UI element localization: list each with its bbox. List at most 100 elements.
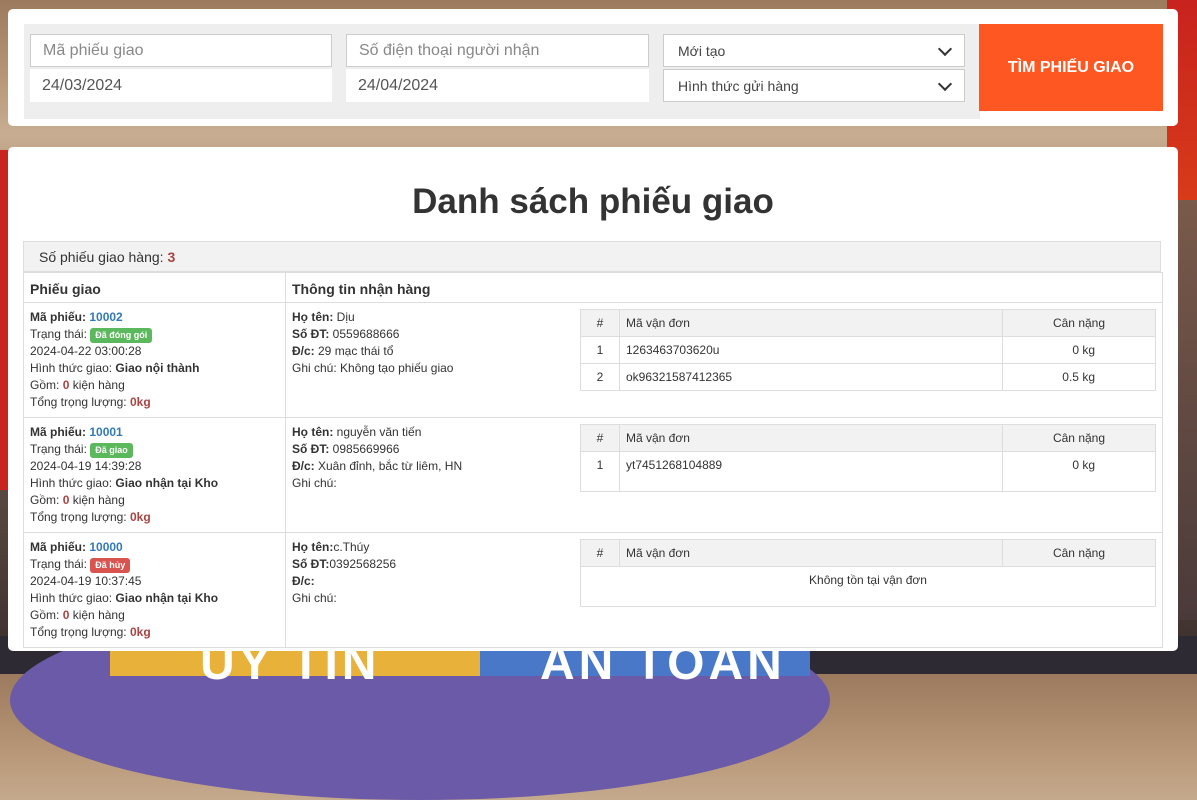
method-select-value: Hình thức gửi hàng [678,77,799,94]
status-select[interactable]: Mới tạo [663,34,965,67]
receiver-phone: 0985669966 [329,442,400,456]
phone-field[interactable] [346,34,649,67]
receiver-cell: Họ tên:c.Thúy Số ĐT:0392568256 Đ/c: Ghi … [285,532,1163,648]
weight-value: 0kg [129,625,151,639]
order-code-link[interactable]: 10002 [89,310,122,324]
order-cell: Mã phiếu: 10002 Trạng thái: Đã đóng gói … [23,302,286,418]
items-count: 0 [62,608,70,622]
order-code-input[interactable] [31,35,331,66]
items-label: Gồm: [30,378,60,392]
waybill-header-index: # [580,539,620,567]
weight-value: 0kg [129,510,151,524]
method-value: Giao nhận tại Kho [115,591,219,605]
method-label: Hình thức giao: [30,361,113,375]
items-count: 0 [62,378,70,392]
receiver-phone: 0392568256 [329,557,397,571]
date-from-field[interactable] [30,69,332,102]
receiver-name: Dịu [333,310,355,324]
column-header-order: Phiếu giao [23,272,286,303]
order-datetime: 2024-04-19 10:37:45 [30,574,142,588]
waybill-table: # Mã vận đơn Cân nặng 1 1263463703620u 0… [580,309,1156,391]
status-badge: Đã giao [90,443,133,458]
method-label: Hình thức giao: [30,591,113,605]
waybill-weight: 0 kg [1002,336,1156,364]
count-bar: Số phiếu giao hàng: 3 [23,241,1161,272]
receiver-name: c.Thúy [333,540,370,554]
method-value: Giao nội thành [115,361,200,375]
status-label: Trạng thái: [30,327,87,341]
note-label: Ghi chú: [292,476,337,490]
receiver-info: Họ tên: nguyễn văn tiến Số ĐT: 098566996… [292,424,580,492]
waybill-code: ok96321587412365 [619,363,1003,391]
order-code-link[interactable]: 10000 [89,540,122,554]
chevron-down-icon [937,76,953,91]
name-label: Họ tên: [292,540,334,554]
column-header-receiver: Thông tin nhận hàng [285,272,1163,303]
waybill-table: # Mã vận đơn Cân nặng 1 yt7451268104889 … [580,424,1156,492]
order-cell: Mã phiếu: 10001 Trạng thái: Đã giao 2024… [23,417,286,533]
receiver-address: 29 mạc thái tổ [314,344,394,358]
order-code-field[interactable] [30,34,332,67]
waybill-code: yt7451268104889 [619,451,1003,492]
waybill-row: Không tồn tại vận đơn [580,566,1156,607]
order-code-link[interactable]: 10001 [89,425,122,439]
weight-label: Tổng trọng lượng: [30,395,127,409]
search-button[interactable]: TÌM PHIẾU GIAO [979,24,1163,111]
waybill-table: # Mã vận đơn Cân nặng Không tồn tại vận … [580,539,1156,607]
status-select-value: Mới tạo [678,42,726,59]
code-label: Mã phiếu: [30,540,86,554]
receiver-address: Xuân đỉnh, bắc từ liêm, HN [314,459,463,473]
phone-label: Số ĐT: [292,557,330,571]
waybill-index: 1 [580,451,620,492]
phone-label: Số ĐT: [292,442,330,456]
phone-input[interactable] [347,35,648,66]
items-label: Gồm: [30,608,60,622]
address-label: Đ/c: [292,459,315,473]
code-label: Mã phiếu: [30,310,86,324]
order-datetime: 2024-04-19 14:39:28 [30,459,142,473]
receiver-info: Họ tên:c.Thúy Số ĐT:0392568256 Đ/c: Ghi … [292,539,580,607]
delivery-list-card: Danh sách phiếu giao Số phiếu giao hàng:… [8,147,1178,651]
receiver-info: Họ tên: Dịu Số ĐT: 0559688666 Đ/c: 29 mạ… [292,309,580,391]
order-datetime: 2024-04-22 03:00:28 [30,344,142,358]
page-title: Danh sách phiếu giao [412,182,774,221]
weight-label: Tổng trọng lượng: [30,625,127,639]
waybill-header-index: # [580,309,620,337]
table-row: Mã phiếu: 10001 Trạng thái: Đã giao 2024… [23,417,1163,533]
table-row: Mã phiếu: 10000 Trạng thái: Đã hủy 2024-… [23,532,1163,648]
waybill-header-code: Mã vận đơn [619,309,1003,337]
waybill-code: 1263463703620u [619,336,1003,364]
code-label: Mã phiếu: [30,425,86,439]
waybill-weight: 0.5 kg [1002,363,1156,391]
waybill-weight: 0 kg [1002,451,1156,492]
waybill-row: 1 yt7451268104889 0 kg [580,451,1156,492]
date-to-field[interactable] [346,69,649,102]
weight-label: Tổng trọng lượng: [30,510,127,524]
date-to-input[interactable] [346,69,649,102]
orders-table: Phiếu giao Thông tin nhận hàng Mã phiếu:… [23,272,1163,648]
date-from-input[interactable] [30,69,332,102]
waybill-header-weight: Cân nặng [1002,309,1156,337]
count-value: 3 [167,249,176,265]
note-label: Ghi chú: [292,591,337,605]
address-label: Đ/c: [292,574,315,588]
search-panel: Mới tạo Hình thức gửi hàng TÌM PHIẾU GIA… [8,9,1178,126]
receiver-note: Không tạo phiếu giao [336,361,454,375]
method-value: Giao nhận tại Kho [115,476,219,490]
chevron-down-icon [937,41,953,56]
table-row: Mã phiếu: 10002 Trạng thái: Đã đóng gói … [23,302,1163,418]
count-label: Số phiếu giao hàng: [39,249,164,265]
note-label: Ghi chú: [292,361,337,375]
status-badge: Đã đóng gói [90,328,153,343]
waybill-header-code: Mã vận đơn [619,424,1003,452]
items-count: 0 [62,493,70,507]
method-select[interactable]: Hình thức gửi hàng [663,69,965,102]
items-label: Gồm: [30,493,60,507]
receiver-phone: 0559688666 [329,327,400,341]
phone-label: Số ĐT: [292,327,330,341]
receiver-cell: Họ tên: Dịu Số ĐT: 0559688666 Đ/c: 29 mạ… [285,302,1163,418]
status-badge: Đã hủy [90,558,131,573]
name-label: Họ tên: [292,310,334,324]
waybill-index: 2 [580,363,620,391]
receiver-name: nguyễn văn tiến [333,425,422,439]
